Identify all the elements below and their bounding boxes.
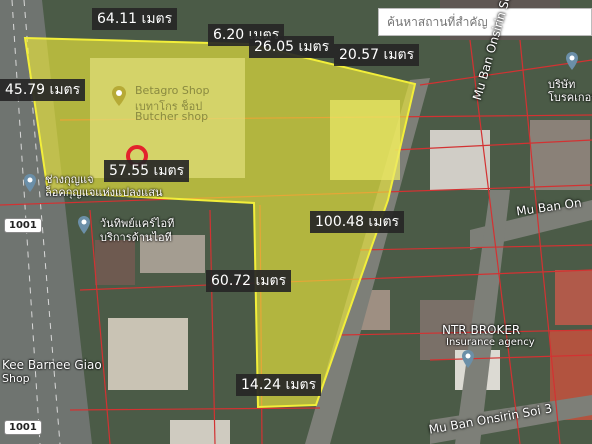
measurement-label: 57.55 เมตร xyxy=(104,160,190,182)
map-view[interactable]: 64.11 เมตร 6.20 เมตร 26.05 เมตร 20.57 เม… xyxy=(0,0,592,444)
shop-pin-icon[interactable] xyxy=(112,86,126,106)
measurement-label: 60.72 เมตร xyxy=(206,270,292,292)
place-category: ล็อคกุญแจแห่งแปลงแสน xyxy=(45,186,163,199)
location-pin-icon[interactable] xyxy=(24,174,36,192)
warehouse-roof xyxy=(330,100,400,180)
place-name[interactable]: Betagro Shop xyxy=(135,84,210,97)
location-pin-icon[interactable] xyxy=(566,52,578,70)
place-category: Insurance agency xyxy=(446,337,535,348)
place-category: โบรคเกอร์ xyxy=(548,91,592,104)
measurement-label: 26.05 เมตร xyxy=(249,36,335,58)
location-pin-icon[interactable] xyxy=(462,350,474,368)
search-input[interactable] xyxy=(378,8,592,36)
place-name[interactable]: NTR BROKER xyxy=(442,323,520,337)
route-shield: 1001 xyxy=(4,218,42,233)
measurement-label: 20.57 เมตร xyxy=(334,44,420,66)
building-roof xyxy=(430,130,490,190)
location-pin-icon[interactable] xyxy=(78,216,90,234)
place-category: บริการด้านไอที xyxy=(100,231,172,244)
place-category: Butcher shop xyxy=(135,110,209,123)
building-roof xyxy=(555,270,592,325)
building-roof xyxy=(170,420,230,444)
place-category: Shop xyxy=(2,372,30,385)
building-roof xyxy=(95,240,135,285)
measurement-label: 64.11 เมตร xyxy=(92,8,178,30)
measurement-label: 100.48 เมตร xyxy=(310,211,405,233)
building-roof xyxy=(530,120,590,190)
measurement-label: 45.79 เมตร xyxy=(0,79,86,101)
measurement-label: 14.24 เมตร xyxy=(236,374,322,396)
place-name[interactable]: Kee Barnee Giao xyxy=(2,358,102,372)
building-roof xyxy=(108,318,188,390)
route-shield: 1001 xyxy=(4,420,42,435)
